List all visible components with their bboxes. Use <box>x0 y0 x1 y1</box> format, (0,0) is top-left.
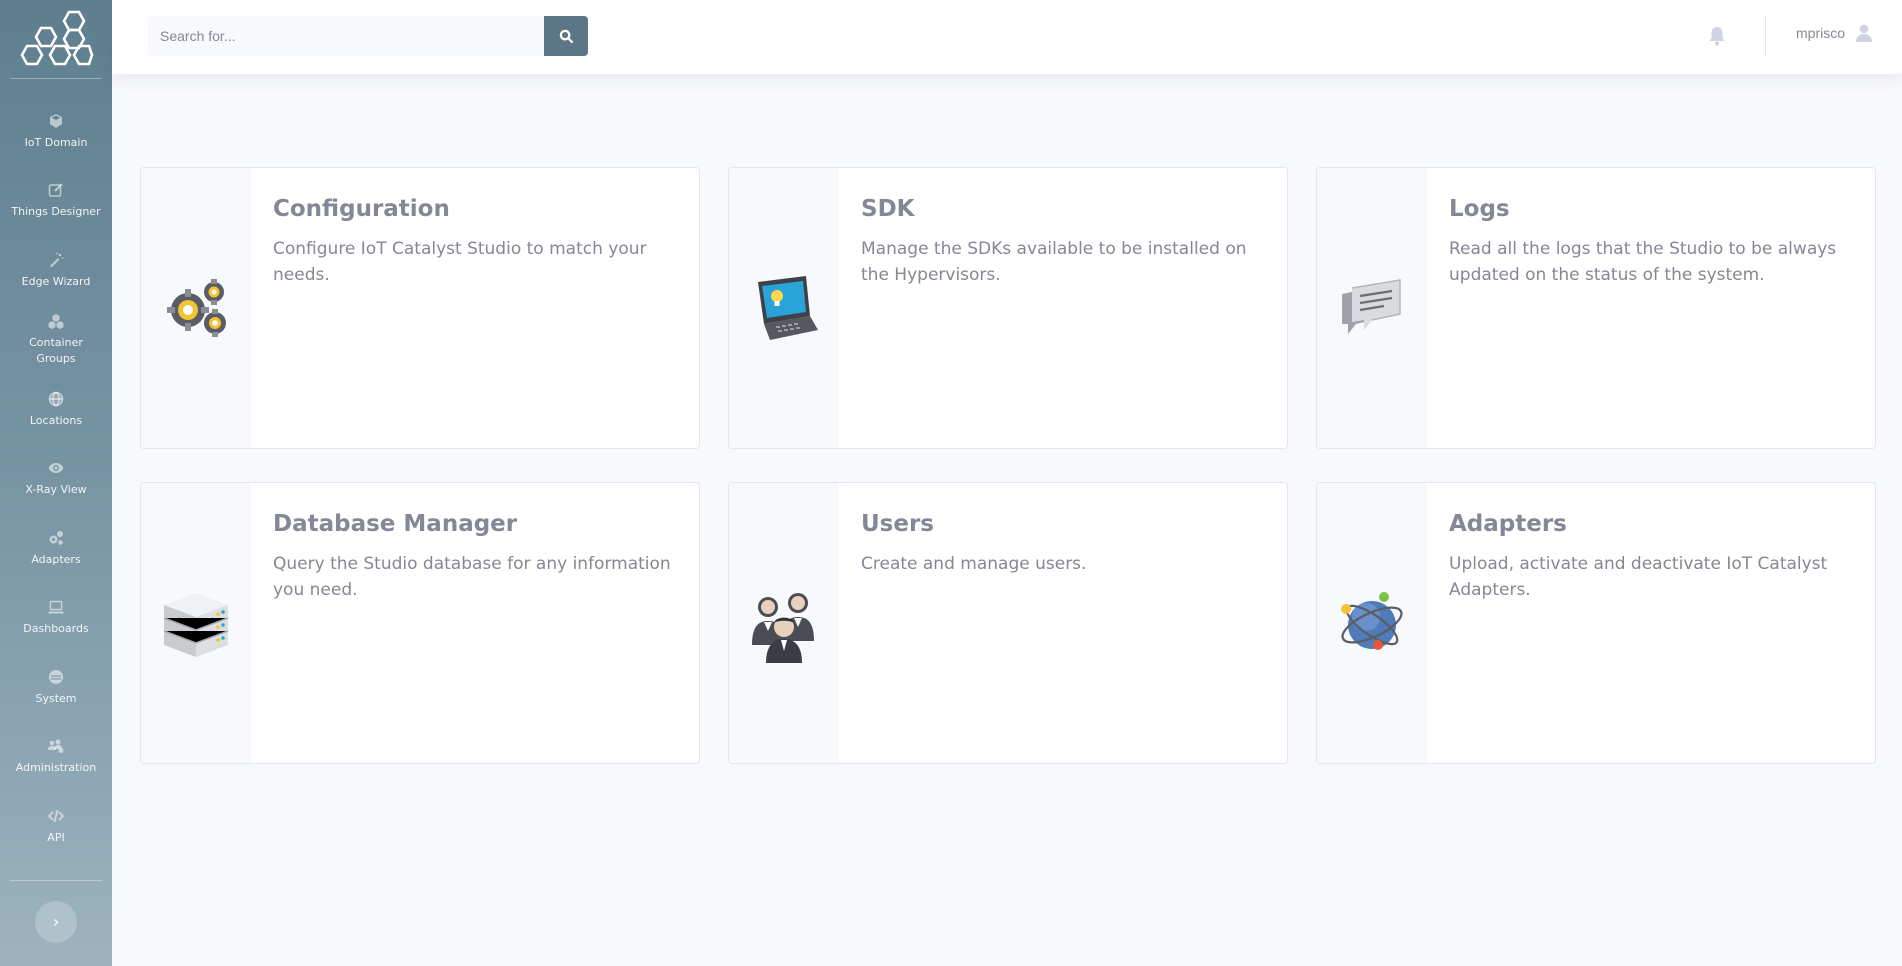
card-icon-panel <box>141 168 251 448</box>
card-description: Read all the logs that the Studio to be … <box>1449 239 1837 285</box>
sidebar-item-things-designer[interactable]: Things Designer <box>0 167 112 237</box>
sidebar-item-label: Things Designer <box>11 205 101 219</box>
cogs-icon <box>48 530 64 546</box>
search-icon <box>559 29 573 43</box>
chat-bubbles-icon <box>1342 279 1401 334</box>
card-title: Database Manager <box>273 511 518 537</box>
topbar-divider <box>1765 16 1766 56</box>
sidebar-item-edge-wizard[interactable]: Edge Wizard <box>0 236 112 306</box>
card-users[interactable]: Users Create and manage users. <box>728 482 1288 764</box>
card-icon-panel <box>729 483 839 763</box>
sidebar-item-label: Adapters <box>31 552 81 566</box>
card-description: Upload, activate and deactivate IoT Cata… <box>1449 554 1828 600</box>
user-icon <box>1856 24 1873 42</box>
card-description: Configure IoT Catalyst Studio to match y… <box>273 239 647 285</box>
sidebar-item-label: Dashboards <box>23 622 89 636</box>
code-icon <box>48 808 64 824</box>
sidebar-item-label: Locations <box>29 413 83 427</box>
bell-icon <box>1709 27 1725 46</box>
username: mprisco <box>1796 25 1846 41</box>
sidebar-toggle-button[interactable]: › <box>35 900 77 943</box>
sidebar-item-label: Administration <box>15 761 97 775</box>
sidebar-item-label: IoT Domain <box>24 135 88 149</box>
sidebar-item-label: Edge Wizard <box>21 274 91 288</box>
sidebar-item-administration[interactable]: Administration <box>0 723 112 793</box>
cubes-icon <box>48 313 64 330</box>
card-description: Create and manage users. <box>861 554 1087 574</box>
card-title: Users <box>861 511 934 537</box>
database-icon <box>48 669 64 685</box>
users-group-icon <box>752 593 814 663</box>
card-icon-panel <box>1317 168 1427 448</box>
globe-icon <box>48 391 64 407</box>
cube-icon <box>48 113 64 129</box>
card-sdk[interactable]: SDK Manage the SDKs available to be inst… <box>728 167 1288 449</box>
laptop-bulb-icon <box>758 276 818 340</box>
sidebar-item-locations[interactable]: Locations <box>0 375 112 445</box>
card-body: SDK Manage the SDKs available to be inst… <box>839 168 1287 448</box>
card-body: Configuration Configure IoT Catalyst Stu… <box>251 168 699 448</box>
gears-icon <box>167 279 226 337</box>
sidebar-item-label: System <box>35 691 77 705</box>
card-logs[interactable]: Logs Read all the logs that the Studio t… <box>1316 167 1876 449</box>
card-adapters[interactable]: Adapters Upload, activate and deactivate… <box>1316 482 1876 764</box>
settings-cards-grid: Configuration Configure IoT Catalyst Stu… <box>140 167 1876 764</box>
search-input[interactable] <box>148 16 544 56</box>
server-rack-icon <box>163 593 229 657</box>
search-form <box>148 16 590 56</box>
user-menu[interactable]: mprisco <box>1796 24 1873 42</box>
eye-icon <box>48 460 64 476</box>
card-icon-panel <box>729 168 839 448</box>
sidebar-item-x-ray-view[interactable]: X-Ray View <box>0 445 112 515</box>
sidebar-nav: IoT Domain Things Designer Edge Wizard C… <box>0 79 112 862</box>
card-body: Logs Read all the logs that the Studio t… <box>1427 168 1875 448</box>
card-database-manager[interactable]: Database Manager Query the Studio databa… <box>140 482 700 764</box>
sidebar-item-iot-domain[interactable]: IoT Domain <box>0 97 112 167</box>
search-button[interactable] <box>544 16 588 56</box>
chevron-right-icon: › <box>52 912 60 931</box>
brand-logo[interactable] <box>0 0 112 78</box>
notifications-button[interactable] <box>1708 26 1726 46</box>
topbar: mprisco <box>112 0 1902 74</box>
sidebar-item-label: Container Groups <box>29 336 83 366</box>
sidebar-item-label: API <box>47 830 65 844</box>
card-body: Database Manager Query the Studio databa… <box>251 483 699 763</box>
card-description: Manage the SDKs available to be installe… <box>861 239 1247 285</box>
sidebar-divider <box>10 879 102 881</box>
card-description: Query the Studio database for any inform… <box>273 554 671 600</box>
magic-wand-icon <box>48 252 64 268</box>
card-title: Adapters <box>1449 511 1567 537</box>
card-icon-panel <box>141 483 251 763</box>
users-cog-icon <box>48 738 64 754</box>
card-title: SDK <box>861 196 915 222</box>
sidebar-item-dashboards[interactable]: Dashboards <box>0 584 112 654</box>
globe-network-icon <box>1341 592 1403 650</box>
card-title: Configuration <box>273 196 450 222</box>
card-body: Users Create and manage users. <box>839 483 1287 763</box>
edit-icon <box>48 182 64 198</box>
sidebar-item-label: X-Ray View <box>25 483 87 497</box>
card-icon-panel <box>1317 483 1427 763</box>
card-title: Logs <box>1449 196 1510 222</box>
card-configuration[interactable]: Configuration Configure IoT Catalyst Stu… <box>140 167 700 449</box>
sidebar-item-system[interactable]: System <box>0 653 112 723</box>
card-body: Adapters Upload, activate and deactivate… <box>1427 483 1875 763</box>
sidebar-item-adapters[interactable]: Adapters <box>0 514 112 584</box>
sidebar-item-api[interactable]: API <box>0 792 112 862</box>
sidebar: IoT Domain Things Designer Edge Wizard C… <box>0 0 112 966</box>
laptop-icon <box>48 599 64 615</box>
sidebar-item-container-groups[interactable]: Container Groups <box>0 306 112 376</box>
hexagons-logo-icon <box>20 10 94 66</box>
